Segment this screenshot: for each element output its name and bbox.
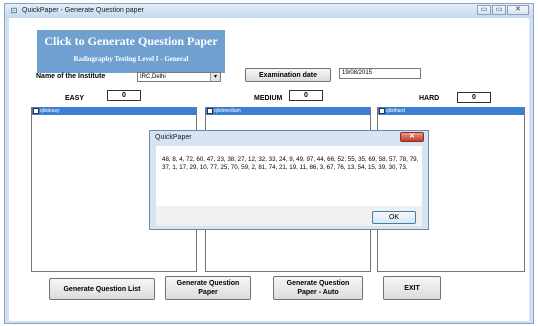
dialog-close-button[interactable]: ✕ (400, 132, 424, 142)
ok-button[interactable]: OK (372, 211, 416, 224)
list-header-easy[interactable]: qlisteasy (32, 107, 196, 115)
app-window: ⊡ QuickPaper - Generate Question paper ▭… (4, 3, 534, 324)
chevron-down-icon[interactable]: ▾ (210, 73, 220, 81)
generate-question-paper-button[interactable]: Generate Question Paper (165, 276, 251, 300)
dialog-body: 48, 8, 4, 72, 60, 47, 23, 38, 27, 12, 32… (156, 146, 422, 206)
close-button[interactable]: ✕ (507, 5, 529, 15)
header-banner[interactable]: Click to Generate Question Paper Radiogr… (37, 30, 225, 73)
exam-date-field[interactable]: 19/08/2015 (339, 68, 421, 79)
app-icon: ⊡ (10, 6, 18, 15)
institute-label: Name of the Institute (36, 73, 106, 80)
medium-count-field[interactable]: 0 (289, 90, 323, 101)
window-title: QuickPaper - Generate Question paper (22, 7, 144, 14)
hard-count-field[interactable]: 0 (457, 92, 491, 103)
institute-value: IRC,Delhi (140, 74, 166, 80)
main-form: Click to Generate Question Paper Radiogr… (9, 18, 529, 321)
list-header-hard[interactable]: qlisthard (378, 107, 524, 115)
hard-label: HARD (419, 95, 440, 102)
generate-question-list-button[interactable]: Generate Question List (49, 278, 155, 300)
message-dialog: QuickPaper ✕ 48, 8, 4, 72, 60, 47, 23, 3… (149, 130, 429, 230)
medium-label: MEDIUM (254, 95, 283, 102)
minimize-button[interactable]: ▭ (477, 5, 491, 15)
exit-button[interactable]: EXIT (383, 276, 441, 300)
examination-date-button[interactable]: Examination date (245, 68, 331, 82)
easy-label: EASY (65, 95, 85, 102)
banner-subtitle: Radiography Testing Level I - General (73, 55, 189, 63)
institute-select[interactable]: IRC,Delhi ▾ (137, 72, 221, 82)
dialog-message: 48, 8, 4, 72, 60, 47, 23, 38, 27, 12, 32… (162, 156, 419, 171)
dialog-title: QuickPaper (155, 134, 192, 141)
expand-box-icon[interactable] (33, 108, 39, 114)
expand-box-icon[interactable] (207, 108, 213, 114)
maximize-button[interactable]: ▭ (492, 5, 506, 15)
easy-count-field[interactable]: 0 (107, 90, 141, 101)
expand-box-icon[interactable] (379, 108, 385, 114)
dialog-footer: OK (156, 206, 422, 226)
title-bar: ⊡ QuickPaper - Generate Question paper ▭… (5, 4, 533, 18)
generate-question-paper-auto-button[interactable]: Generate Question Paper - Auto (273, 276, 363, 300)
window-controls: ▭ ▭ ✕ (477, 5, 529, 15)
banner-title: Click to Generate Question Paper (44, 34, 218, 48)
list-header-medium[interactable]: qlistmedium (206, 107, 370, 115)
